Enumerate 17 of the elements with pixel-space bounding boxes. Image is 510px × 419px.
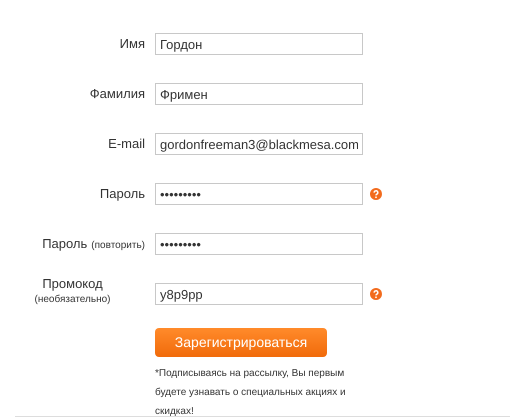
disclaimer-text: *Подписываясь на рассылку, Вы первым будете узнавать о специальных акциях и скидках!: [155, 367, 347, 419]
help-icon[interactable]: [370, 188, 382, 200]
field-label: E-mail: [108, 136, 145, 152]
field-note: (необязательно): [34, 292, 110, 306]
input-field[interactable]: y8p9pp: [155, 283, 363, 305]
field-label: Промокод: [42, 276, 103, 293]
help-icon[interactable]: [370, 288, 382, 300]
input-field[interactable]: •••••••••: [155, 233, 363, 255]
field-label: Пароль: [100, 186, 145, 202]
input-field[interactable]: Гордон: [155, 33, 363, 55]
field-label: Имя: [120, 36, 145, 52]
field-note: (повторить): [91, 238, 145, 252]
field-label: Фамилия: [90, 86, 145, 102]
input-field[interactable]: gordonfreeman3@blackmesa.com: [155, 133, 363, 155]
field-label: Пароль: [42, 236, 88, 252]
input-field[interactable]: •••••••••: [155, 183, 363, 205]
input-field[interactable]: Фримен: [155, 83, 363, 105]
